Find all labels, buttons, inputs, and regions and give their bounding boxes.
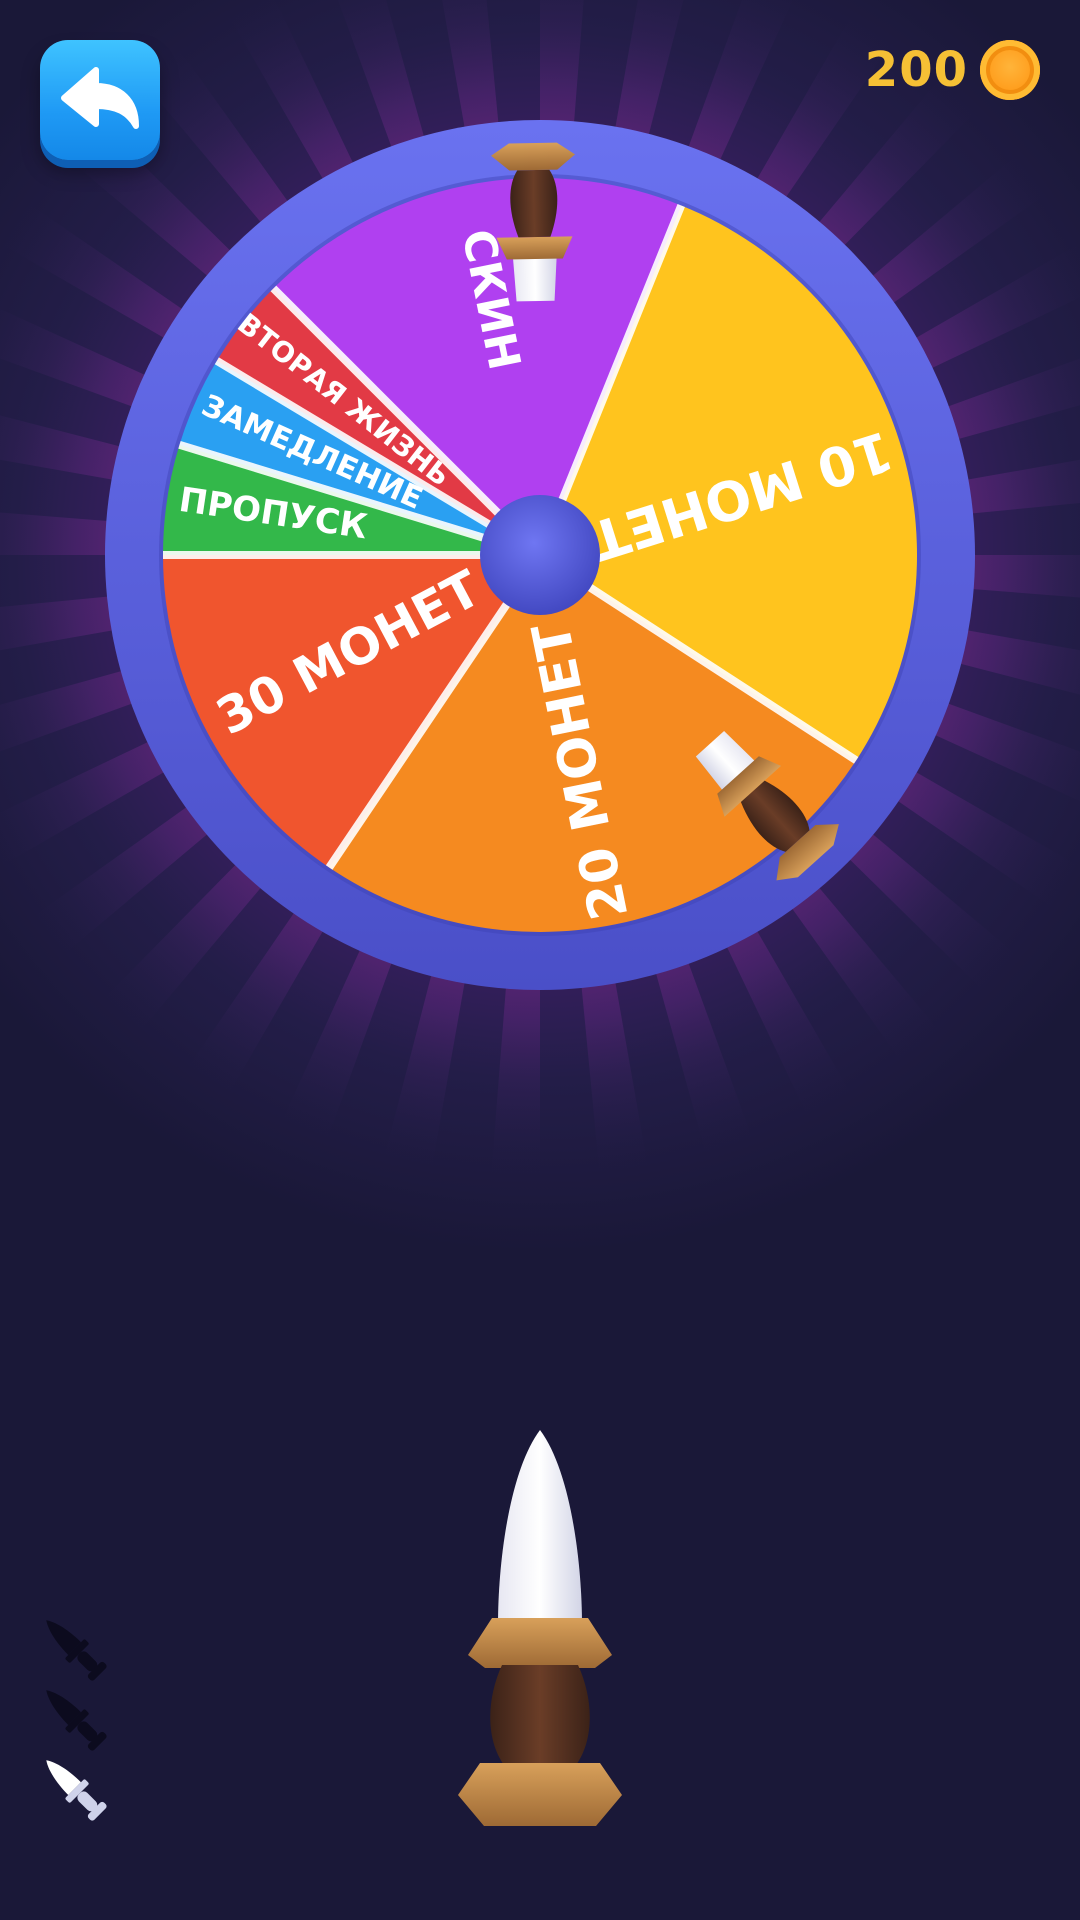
dagger-icon (46, 1760, 107, 1821)
knives-remaining-indicator (46, 1620, 107, 1821)
coin-counter: 200 (865, 40, 1040, 100)
knife-guard (468, 1618, 612, 1668)
wheel-hub (480, 495, 600, 615)
knife-grip (490, 1665, 590, 1765)
back-button[interactable] (40, 40, 160, 160)
knife-pommel (458, 1763, 622, 1826)
dagger-icon (46, 1690, 107, 1751)
coin-amount: 200 (864, 42, 968, 98)
prize-wheel: 10 МОНЕТ20 МОНЕТ30 МОНЕТПРОПУСКЗАМЕДЛЕНИ… (105, 120, 975, 990)
undo-arrow-icon (61, 67, 139, 129)
game-scene: 10 МОНЕТ20 МОНЕТ30 МОНЕТПРОПУСКЗАМЕДЛЕНИ… (0, 0, 1080, 1920)
dagger-icon (46, 1620, 107, 1681)
gold-coin-icon (980, 40, 1040, 100)
